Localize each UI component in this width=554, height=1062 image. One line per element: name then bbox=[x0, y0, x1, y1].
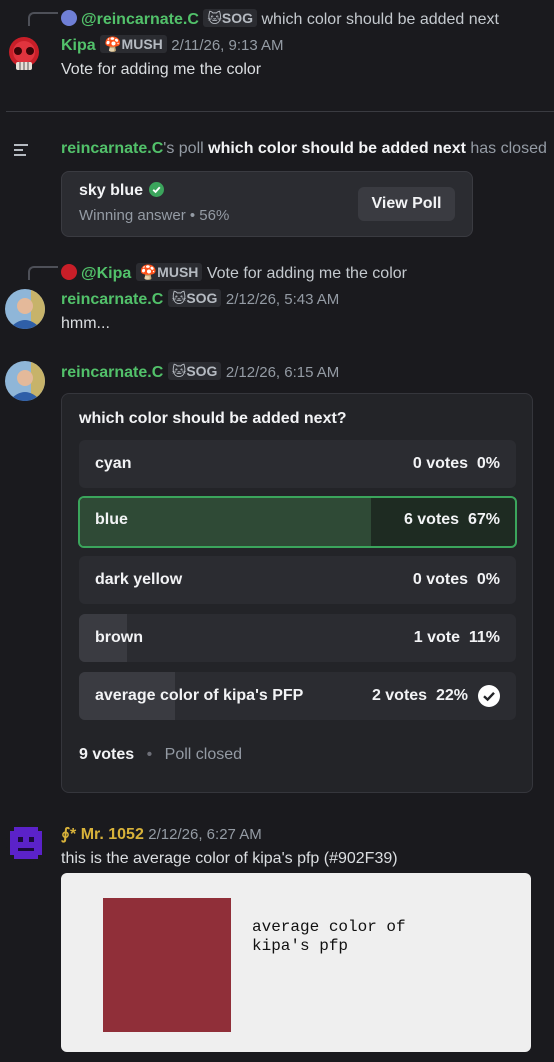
reply-connector bbox=[28, 12, 58, 26]
embed-caption-line: kipa's pfp bbox=[252, 937, 349, 955]
poll-question: which color should be added next? bbox=[79, 410, 347, 427]
poll-option-label: dark yellow bbox=[95, 571, 183, 588]
user-photo-icon bbox=[5, 289, 45, 329]
poll-option-label: blue bbox=[95, 511, 128, 528]
system-username[interactable]: reincarnate.C bbox=[61, 140, 163, 157]
poll-option[interactable]: cyan 0 votes 0% bbox=[79, 440, 516, 488]
poll-option-count: 2 votes 22% bbox=[371, 687, 468, 704]
avatar[interactable] bbox=[4, 34, 44, 74]
author-name[interactable]: reincarnate.C bbox=[61, 364, 163, 381]
message-header: Kipa 🍄MUSH 2/11/26, 9:13 AM bbox=[61, 35, 284, 55]
red-skull-icon bbox=[9, 37, 39, 70]
timestamp[interactable]: 2/12/26, 6:15 AM bbox=[226, 364, 339, 381]
system-text-possessive: 's poll bbox=[163, 140, 209, 157]
embed-caption-line: average color of bbox=[252, 918, 406, 936]
poll-option[interactable]: dark yellow 0 votes 0% bbox=[79, 556, 516, 604]
timestamp[interactable]: 2/12/26, 5:43 AM bbox=[226, 291, 339, 308]
reply-connector bbox=[28, 266, 58, 280]
view-poll-button[interactable]: View Poll bbox=[358, 187, 455, 221]
timestamp[interactable]: 2/12/26, 6:27 AM bbox=[148, 826, 261, 843]
poll-option-label: brown bbox=[95, 629, 143, 646]
server-tag: 🍄MUSH bbox=[100, 35, 167, 53]
message-text: Vote for adding me the color bbox=[61, 61, 262, 78]
embed-caption: average color of kipa's pfp bbox=[252, 918, 406, 956]
timestamp[interactable]: 2/11/26, 9:13 AM bbox=[171, 37, 283, 54]
message-header: reincarnate.C 🐱SOG 2/12/26, 6:15 AM bbox=[61, 362, 339, 382]
check-circle-icon bbox=[149, 182, 165, 202]
message-header: reincarnate.C 🐱SOG 2/12/26, 5:43 AM bbox=[61, 289, 339, 309]
avatar[interactable] bbox=[6, 823, 46, 863]
reply-username[interactable]: @Kipa bbox=[81, 265, 131, 282]
poll-option[interactable]: brown 1 vote 11% bbox=[79, 614, 516, 662]
poll-option-count: 0 votes 0% bbox=[412, 455, 500, 472]
poll-status: Poll closed bbox=[164, 746, 243, 763]
poll-option-label: cyan bbox=[95, 455, 132, 472]
avatar[interactable] bbox=[5, 361, 45, 401]
reply-avatar bbox=[61, 264, 77, 280]
server-tag: 🐱SOG bbox=[167, 289, 222, 307]
reply-preview[interactable]: @Kipa 🍄MUSH Vote for adding me the color bbox=[61, 263, 407, 283]
poll-option-count: 0 votes 0% bbox=[412, 571, 500, 588]
poll-result-card: sky blue Winning answer • 56% View Poll bbox=[61, 171, 473, 237]
poll-footer-dot: • bbox=[146, 746, 153, 763]
poll-option-label: average color of kipa's PFP bbox=[95, 687, 304, 704]
reply-text: which color should be added next bbox=[261, 11, 500, 28]
poll-total-votes: 9 votes bbox=[79, 746, 135, 763]
reply-server-tag: 🐱SOG bbox=[203, 9, 258, 27]
image-embed[interactable]: average color of kipa's pfp bbox=[61, 873, 531, 1052]
poll-option[interactable]: average color of kipa's PFP 2 votes 22% bbox=[79, 672, 516, 720]
winning-answer-row: sky blue bbox=[79, 182, 165, 202]
reply-username[interactable]: @reincarnate.C bbox=[81, 11, 199, 28]
poll-system-icon bbox=[14, 143, 30, 162]
voted-check-icon bbox=[478, 685, 500, 712]
poll-card: which color should be added next? cyan 0… bbox=[61, 393, 533, 793]
system-poll-name[interactable]: which color should be added next bbox=[208, 140, 466, 157]
author-name[interactable]: reincarnate.C bbox=[61, 291, 163, 308]
divider bbox=[6, 111, 554, 112]
purple-face-icon bbox=[6, 823, 46, 863]
author-name[interactable]: ∮* Mr. 1052 bbox=[61, 826, 144, 843]
poll-closed-notice: reincarnate.C's poll which color should … bbox=[61, 140, 547, 158]
message-header: ∮* Mr. 1052 2/12/26, 6:27 AM bbox=[61, 824, 262, 844]
winning-answer: sky blue bbox=[79, 182, 144, 199]
avatar[interactable] bbox=[5, 289, 45, 329]
user-photo-icon bbox=[5, 361, 45, 401]
poll-option-count: 1 vote 11% bbox=[413, 629, 500, 646]
reply-text: Vote for adding me the color bbox=[206, 265, 407, 282]
message-text: hmm... bbox=[61, 315, 110, 332]
reply-server-tag: 🍄MUSH bbox=[135, 263, 203, 281]
system-text-suffix: has closed bbox=[465, 140, 547, 157]
reply-preview[interactable]: @reincarnate.C 🐱SOG which color should b… bbox=[61, 9, 499, 29]
poll-footer: 9 votes • Poll closed bbox=[79, 746, 242, 764]
author-name[interactable]: Kipa bbox=[61, 37, 96, 54]
poll-option-count: 6 votes 67% bbox=[403, 511, 500, 528]
color-swatch bbox=[103, 898, 231, 1032]
poll-option-winner[interactable]: blue 6 votes 67% bbox=[78, 496, 517, 548]
winning-answer-sub: Winning answer • 56% bbox=[79, 207, 230, 224]
server-tag: 🐱SOG bbox=[167, 362, 222, 380]
message-text: this is the average color of kipa's pfp … bbox=[61, 850, 398, 867]
reply-avatar bbox=[61, 10, 77, 26]
